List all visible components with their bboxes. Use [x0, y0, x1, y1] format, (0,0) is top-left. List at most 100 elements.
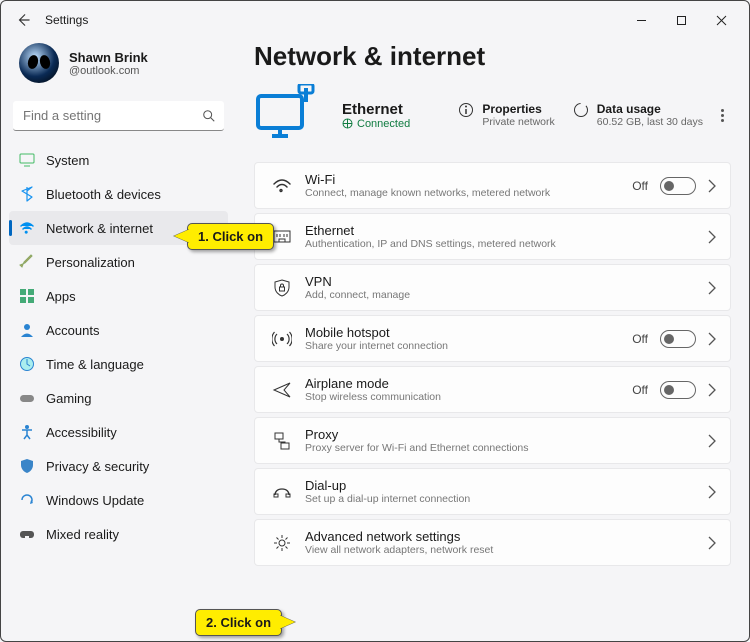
- search-box[interactable]: [13, 101, 224, 131]
- sidebar-item-bluetooth[interactable]: Bluetooth & devices: [9, 177, 228, 211]
- sidebar-item-windows-update[interactable]: Windows Update: [9, 483, 228, 517]
- apps-icon: [19, 288, 35, 304]
- chevron-right-icon: [708, 230, 716, 244]
- gamepad-icon: [19, 390, 35, 406]
- setting-title: Advanced network settings: [305, 529, 708, 544]
- sidebar-item-accessibility[interactable]: Accessibility: [9, 415, 228, 449]
- setting-subtitle: Authentication, IP and DNS settings, met…: [305, 238, 708, 250]
- avatar: [19, 43, 59, 83]
- data-usage-subtitle: 60.52 GB, last 30 days: [597, 116, 703, 128]
- profile-name: Shawn Brink: [69, 50, 148, 65]
- sidebar-item-label: Bluetooth & devices: [46, 187, 161, 202]
- minimize-icon: [636, 15, 647, 26]
- wifi-icon: [267, 176, 297, 196]
- headset-icon: [19, 526, 35, 542]
- sidebar-item-label: Network & internet: [46, 221, 153, 236]
- status-row: Ethernet Connected Properties Private ne…: [254, 84, 731, 146]
- shield-icon: [19, 458, 35, 474]
- bluetooth-icon: [19, 186, 35, 202]
- setting-vpn[interactable]: VPN Add, connect, manage: [254, 264, 731, 311]
- sidebar-item-time-language[interactable]: Time & language: [9, 347, 228, 381]
- setting-title: Dial-up: [305, 478, 708, 493]
- window-title: Settings: [45, 13, 88, 27]
- sidebar-item-label: Accessibility: [46, 425, 117, 440]
- setting-title: Airplane mode: [305, 376, 632, 391]
- settings-list: Wi-Fi Connect, manage known networks, me…: [254, 162, 731, 566]
- sidebar-item-accounts[interactable]: Accounts: [9, 313, 228, 347]
- vpn-shield-icon: [267, 278, 297, 298]
- data-usage-title: Data usage: [597, 102, 703, 116]
- setting-title: Mobile hotspot: [305, 325, 632, 340]
- globe-small-icon: [342, 118, 353, 129]
- more-button[interactable]: [721, 109, 731, 122]
- sidebar-item-apps[interactable]: Apps: [9, 279, 228, 313]
- hotspot-toggle[interactable]: [660, 330, 696, 348]
- sidebar-item-privacy[interactable]: Privacy & security: [9, 449, 228, 483]
- hotspot-icon: [267, 329, 297, 349]
- setting-title: Ethernet: [305, 223, 708, 238]
- sidebar-item-label: Privacy & security: [46, 459, 149, 474]
- system-icon: [19, 152, 35, 168]
- sidebar-item-label: Windows Update: [46, 493, 144, 508]
- gear-icon: [267, 533, 297, 553]
- setting-title: Wi-Fi: [305, 172, 632, 187]
- sidebar-item-label: Personalization: [46, 255, 135, 270]
- setting-wifi[interactable]: Wi-Fi Connect, manage known networks, me…: [254, 162, 731, 209]
- wifi-icon: [19, 220, 35, 236]
- setting-dialup[interactable]: Dial-up Set up a dial-up internet connec…: [254, 468, 731, 515]
- sidebar-item-gaming[interactable]: Gaming: [9, 381, 228, 415]
- sidebar-item-label: Time & language: [46, 357, 144, 372]
- minimize-button[interactable]: [621, 5, 661, 35]
- dialup-icon: [267, 482, 297, 502]
- toggle-label: Off: [632, 179, 648, 193]
- setting-mobile-hotspot[interactable]: Mobile hotspot Share your internet conne…: [254, 315, 731, 362]
- setting-proxy[interactable]: Proxy Proxy server for Wi-Fi and Etherne…: [254, 417, 731, 464]
- paintbrush-icon: [19, 254, 35, 270]
- connection-state: Connected: [342, 118, 410, 130]
- search-icon: [202, 109, 216, 123]
- titlebar: Settings: [1, 1, 749, 39]
- nav-list: System Bluetooth & devices Network & int…: [9, 143, 228, 551]
- toggle-label: Off: [632, 383, 648, 397]
- setting-advanced-network[interactable]: Advanced network settings View all netwo…: [254, 519, 731, 566]
- page-title: Network & internet: [254, 41, 731, 72]
- sidebar-item-label: Gaming: [46, 391, 92, 406]
- sidebar-item-label: Mixed reality: [46, 527, 119, 542]
- connection-illustration: [254, 84, 324, 146]
- callout-1: 1. Click on: [187, 223, 274, 250]
- sidebar-item-mixed-reality[interactable]: Mixed reality: [9, 517, 228, 551]
- profile-email: @outlook.com: [69, 65, 148, 77]
- data-usage-link[interactable]: Data usage 60.52 GB, last 30 days: [573, 102, 703, 128]
- search-input[interactable]: [21, 107, 202, 124]
- setting-ethernet[interactable]: Ethernet Authentication, IP and DNS sett…: [254, 213, 731, 260]
- setting-subtitle: Connect, manage known networks, metered …: [305, 187, 632, 199]
- close-button[interactable]: [701, 5, 741, 35]
- content: Network & internet Ethernet Connected: [236, 39, 749, 641]
- setting-airplane-mode[interactable]: Airplane mode Stop wireless communicatio…: [254, 366, 731, 413]
- chevron-right-icon: [708, 383, 716, 397]
- connection-name: Ethernet: [342, 101, 410, 118]
- chevron-right-icon: [708, 434, 716, 448]
- chevron-right-icon: [708, 281, 716, 295]
- airplane-toggle[interactable]: [660, 381, 696, 399]
- setting-subtitle: Proxy server for Wi-Fi and Ethernet conn…: [305, 442, 708, 454]
- sidebar-item-label: Accounts: [46, 323, 99, 338]
- proxy-icon: [267, 431, 297, 451]
- maximize-button[interactable]: [661, 5, 701, 35]
- close-icon: [716, 15, 727, 26]
- chevron-right-icon: [708, 179, 716, 193]
- sidebar-item-label: System: [46, 153, 89, 168]
- profile[interactable]: Shawn Brink @outlook.com: [9, 39, 228, 97]
- setting-subtitle: View all network adapters, network reset: [305, 544, 708, 556]
- sidebar-item-personalization[interactable]: Personalization: [9, 245, 228, 279]
- back-button[interactable]: [9, 6, 37, 34]
- toggle-label: Off: [632, 332, 648, 346]
- back-arrow-icon: [16, 13, 30, 27]
- callout-2: 2. Click on: [195, 609, 282, 636]
- setting-subtitle: Add, connect, manage: [305, 289, 708, 301]
- wifi-toggle[interactable]: [660, 177, 696, 195]
- accessibility-icon: [19, 424, 35, 440]
- sidebar: Shawn Brink @outlook.com System Bluetoot…: [1, 39, 236, 641]
- properties-link[interactable]: Properties Private network: [458, 102, 554, 128]
- sidebar-item-system[interactable]: System: [9, 143, 228, 177]
